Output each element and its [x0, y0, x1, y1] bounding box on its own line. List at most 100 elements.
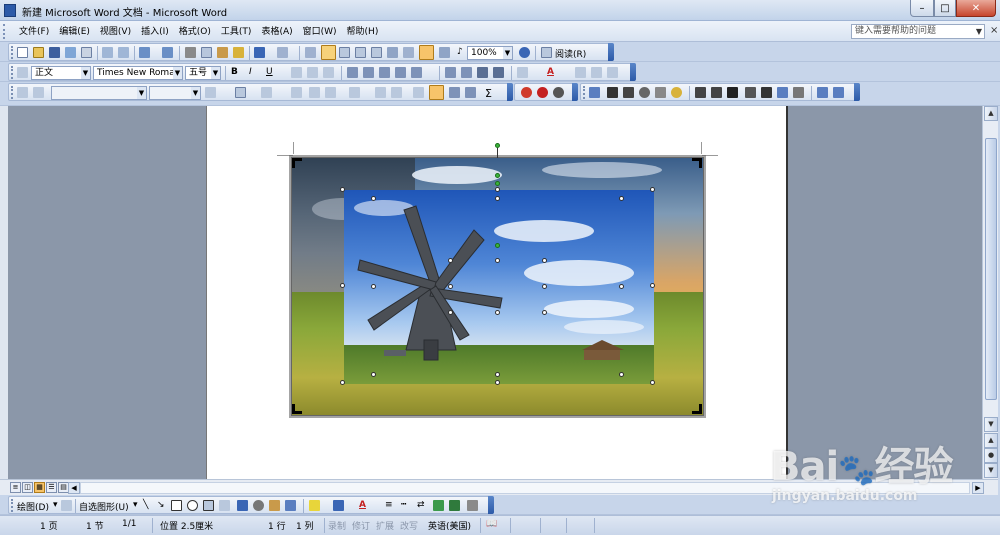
research-icon[interactable] [162, 47, 173, 58]
format-painter-icon[interactable] [233, 47, 244, 58]
menu-edit[interactable]: 编辑(E) [54, 25, 95, 39]
more-brightness-icon[interactable] [655, 87, 666, 98]
resize-handle[interactable] [495, 372, 500, 377]
resize-handle[interactable] [448, 310, 453, 315]
zoom-combo[interactable]: 100% ▼ [467, 46, 513, 60]
insert-picture-icon[interactable] [589, 87, 600, 98]
columns-icon[interactable] [371, 47, 382, 58]
insert-table-icon[interactable] [291, 87, 302, 98]
oval-icon[interactable] [187, 500, 198, 511]
record-icon[interactable] [537, 87, 548, 98]
color-icon[interactable] [607, 87, 618, 98]
menu-grip[interactable] [3, 24, 7, 39]
borders-icon[interactable] [235, 87, 246, 98]
more-contrast-icon[interactable] [623, 87, 634, 98]
resize-handle[interactable] [340, 283, 345, 288]
wordart-icon[interactable] [237, 500, 248, 511]
status-ext[interactable]: 扩展 [376, 519, 394, 532]
toolbar-grip[interactable] [11, 46, 14, 59]
autoshapes-button[interactable]: 自选图形(U) [79, 500, 129, 513]
chevron-down-icon[interactable]: ▾ [133, 500, 138, 510]
font-combo[interactable]: Times New Roman ▼ [93, 66, 183, 80]
scroll-left-icon[interactable]: ◀ [68, 482, 80, 494]
crop-handle[interactable] [292, 404, 302, 414]
resize-handle[interactable] [371, 196, 376, 201]
enclose-char-icon[interactable] [575, 67, 586, 78]
resize-handle[interactable] [495, 196, 500, 201]
reset-picture-icon[interactable] [817, 87, 828, 98]
read-icon[interactable] [541, 47, 552, 58]
line-color-icon[interactable] [333, 500, 344, 511]
select-objects-icon[interactable] [61, 500, 72, 511]
arrow-style-icon[interactable]: ⇄ [417, 500, 425, 510]
gear-icon[interactable] [553, 87, 564, 98]
insert-picture-icon[interactable] [285, 500, 296, 511]
resize-handle[interactable] [448, 284, 453, 289]
copy-icon[interactable] [201, 47, 212, 58]
spelling-icon[interactable] [139, 47, 150, 58]
menu-help[interactable]: 帮助(H) [342, 25, 384, 39]
resize-handle[interactable] [619, 196, 624, 201]
resize-handle[interactable] [371, 372, 376, 377]
menu-view[interactable]: 视图(V) [95, 25, 136, 39]
rotate-handle[interactable] [495, 243, 500, 248]
line-weight-combo[interactable]: ▼ [149, 86, 201, 100]
open-folder-icon[interactable] [33, 47, 44, 58]
char-scale-icon[interactable] [323, 67, 334, 78]
stop-icon[interactable] [521, 87, 532, 98]
help-search-input[interactable]: 键入需要帮助的问题 ▼ [851, 24, 985, 39]
crop-handle[interactable] [692, 404, 702, 414]
border-color-icon[interactable] [205, 87, 216, 98]
hyperlink-icon[interactable] [305, 47, 316, 58]
spelling-status-icon[interactable]: 📖 [486, 519, 497, 529]
chevron-down-icon[interactable]: ▼ [81, 67, 90, 79]
menu-tools[interactable]: 工具(T) [216, 25, 257, 39]
status-trk[interactable]: 修订 [352, 519, 370, 532]
menu-format[interactable]: 格式(O) [174, 25, 216, 39]
previous-page-icon[interactable]: ▲ [984, 433, 998, 448]
select-browse-icon[interactable]: ● [984, 448, 998, 463]
resize-handle[interactable] [650, 187, 655, 192]
next-page-icon[interactable]: ▼ [984, 463, 998, 478]
draw-font-color-icon[interactable]: A [359, 500, 366, 510]
line-style-icon[interactable] [727, 87, 738, 98]
align-right-icon[interactable] [379, 67, 390, 78]
help-icon[interactable] [519, 47, 530, 58]
resize-handle[interactable] [495, 187, 500, 192]
toolbar-options[interactable] [630, 63, 636, 81]
toolbar-options[interactable] [854, 83, 860, 101]
align-center-icon[interactable] [363, 67, 374, 78]
compress-icon[interactable] [745, 87, 756, 98]
decrease-indent-icon[interactable] [477, 67, 488, 78]
less-contrast-icon[interactable] [639, 87, 650, 98]
menu-window[interactable]: 窗口(W) [298, 25, 342, 39]
split-cells-icon[interactable] [325, 87, 336, 98]
3d-style-icon[interactable] [449, 500, 460, 511]
toolbar-grip[interactable] [11, 499, 14, 512]
toolbar-options[interactable] [572, 83, 578, 101]
sort-descending-icon[interactable] [465, 87, 476, 98]
justify-icon[interactable] [395, 67, 406, 78]
status-rec[interactable]: 录制 [328, 519, 346, 532]
eraser-icon[interactable] [33, 87, 44, 98]
music-note-icon[interactable]: ♪ [457, 47, 463, 57]
chevron-down-icon[interactable]: ▼ [173, 67, 182, 79]
resize-handle[interactable] [495, 310, 500, 315]
resize-handle[interactable] [495, 258, 500, 263]
font-color-icon[interactable]: A [547, 67, 554, 77]
align-cell-icon[interactable] [349, 87, 360, 98]
highlight-icon[interactable] [517, 67, 528, 78]
maximize-button[interactable]: □ [934, 0, 956, 17]
autoformat-icon[interactable] [413, 87, 424, 98]
italic-button[interactable]: I [249, 67, 252, 77]
resize-handle[interactable] [542, 258, 547, 263]
rotate-handle[interactable] [495, 181, 500, 186]
paste-icon[interactable] [217, 47, 228, 58]
toolbar-options[interactable] [608, 43, 614, 61]
toolbar-options[interactable] [488, 496, 494, 514]
line-style-combo[interactable]: ▼ [51, 86, 147, 100]
resize-handle[interactable] [650, 380, 655, 385]
rotate-icon[interactable] [711, 87, 722, 98]
close-document-icon[interactable]: × [990, 25, 998, 36]
rotate-handle[interactable] [495, 173, 500, 178]
